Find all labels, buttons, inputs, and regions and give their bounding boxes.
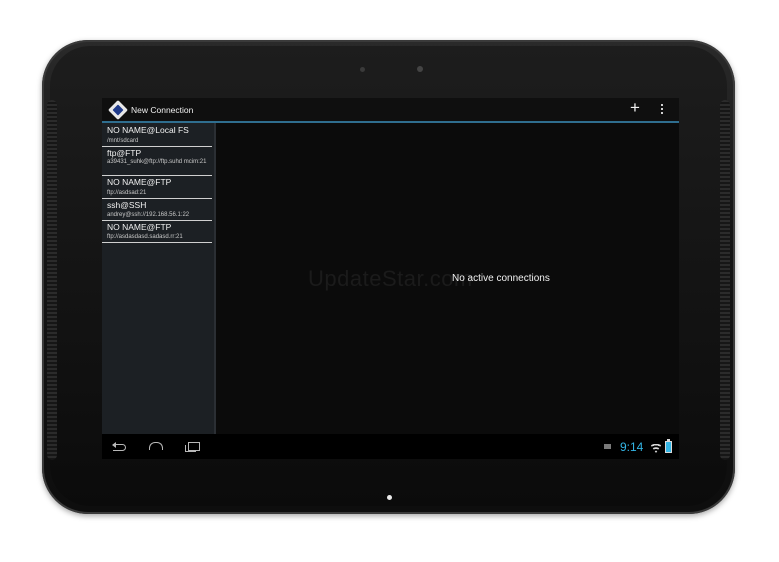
- system-navigation-bar: 9:14: [102, 434, 679, 459]
- connection-detail: ftp://asdasdasd.sadasd.rr:21: [107, 234, 183, 240]
- plus-icon[interactable]: +: [628, 99, 642, 116]
- wifi-icon[interactable]: [650, 444, 662, 453]
- connection-item[interactable]: NO NAME@FTP ftp://asdasdasd.sadasd.rr:21: [102, 220, 212, 243]
- app-logo-icon[interactable]: [108, 100, 128, 120]
- connection-detail: ftp://asdsad:21: [107, 190, 147, 196]
- empty-state-message: No active connections: [452, 273, 550, 284]
- connection-name: NO NAME@FTP: [107, 177, 172, 187]
- connection-detail: /mnt/sdcard: [107, 138, 139, 144]
- connection-item[interactable]: NO NAME@FTP ftp://asdsad:21: [102, 175, 212, 199]
- recent-apps-icon[interactable]: [185, 440, 201, 452]
- watermark: UpdateStar.com: [308, 266, 473, 291]
- tablet-screen: New Connection + NO NAME@Local FS /mnt/s…: [102, 98, 679, 459]
- tablet-grip-right: [720, 100, 730, 460]
- connections-content-area: UpdateStar.com No active connections: [216, 123, 679, 434]
- battery-icon[interactable]: [665, 439, 672, 453]
- connection-item[interactable]: ftp@FTP a39431_suhk@ftp://ftp.suhd mcim:…: [102, 146, 212, 176]
- connection-item[interactable]: ssh@SSH andrey@ssh://192.168.56.1:22: [102, 198, 212, 221]
- action-bar-title: New Connection: [131, 105, 194, 115]
- connections-sidebar: NO NAME@Local FS /mnt/sdcard ftp@FTP a39…: [102, 123, 216, 434]
- connection-name: NO NAME@FTP: [107, 222, 172, 232]
- connection-name: ftp@FTP: [107, 148, 142, 158]
- status-clock[interactable]: 9:14: [620, 440, 643, 454]
- notification-icon[interactable]: [604, 444, 611, 449]
- action-bar: New Connection +: [102, 98, 679, 123]
- overflow-menu-icon[interactable]: [659, 104, 665, 116]
- connection-item[interactable]: NO NAME@Local FS /mnt/sdcard: [102, 123, 212, 147]
- front-camera: [417, 66, 423, 72]
- connection-name: ssh@SSH: [107, 200, 147, 210]
- front-sensor: [360, 67, 365, 72]
- tablet-grip-left: [47, 100, 57, 460]
- connection-detail: a39431_suhk@ftp://ftp.suhd mcim:21: [107, 159, 207, 165]
- connection-name: NO NAME@Local FS: [107, 125, 189, 135]
- home-icon[interactable]: [148, 440, 164, 452]
- back-icon[interactable]: [112, 440, 128, 452]
- notification-led: [387, 495, 392, 500]
- connection-detail: andrey@ssh://192.168.56.1:22: [107, 212, 190, 218]
